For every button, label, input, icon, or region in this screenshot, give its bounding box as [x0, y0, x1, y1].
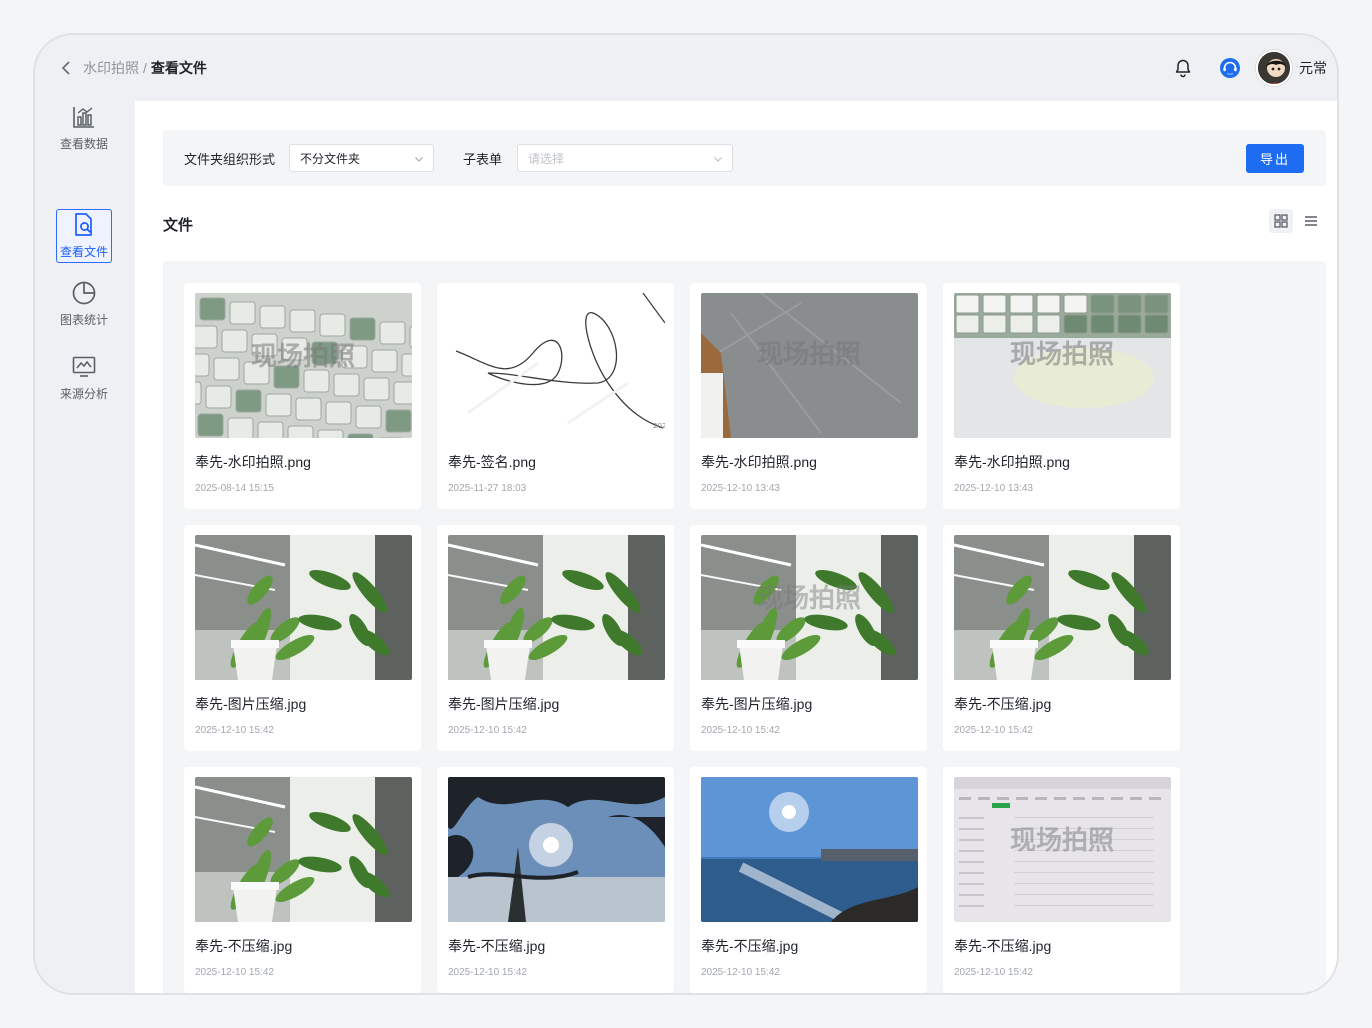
- grid-view-icon[interactable]: [1269, 209, 1293, 233]
- sidebar-item-view-data[interactable]: 查看数据: [56, 101, 112, 155]
- file-date: 2025-12-10 15:42: [195, 967, 274, 978]
- file-thumbnail[interactable]: 现场拍照: [701, 293, 918, 438]
- svg-text:现场拍照: 现场拍照: [1010, 826, 1114, 856]
- file-card[interactable]: 奉先-图片压缩.jpg 2025-12-10 15:42: [184, 525, 421, 751]
- file-card[interactable]: 202 奉先-签名.png 2025-11-27 18:03: [437, 283, 674, 509]
- export-button[interactable]: 导出: [1246, 144, 1304, 173]
- subform-placeholder: 请选择: [528, 151, 565, 166]
- pie-chart-icon: [71, 280, 97, 306]
- file-thumbnail[interactable]: 现场拍照: [954, 777, 1171, 922]
- subform-label: 子表单: [463, 151, 503, 167]
- sidebar-item-label: 查看数据: [59, 137, 108, 151]
- file-date: 2025-12-10 15:42: [954, 967, 1033, 978]
- list-view-icon[interactable]: [1299, 209, 1323, 233]
- monitor-chart-icon: [71, 354, 97, 380]
- sidebar-item-chart-stats[interactable]: 图表统计: [56, 277, 112, 331]
- folder-format-value: 不分文件夹: [300, 151, 361, 166]
- folder-format-label: 文件夹组织形式: [184, 151, 276, 167]
- file-card[interactable]: 现场拍照奉先-水印拍照.png 2025-12-10 13:43: [943, 283, 1180, 509]
- main-content: 文件夹组织形式 不分文件夹 子表单 请选择 导出 文件 现场拍照奉先-水印拍照.…: [135, 101, 1337, 993]
- file-thumbnail[interactable]: [701, 777, 918, 922]
- files-section-title: 文件: [163, 217, 194, 234]
- file-name: 奉先-不压缩.jpg: [954, 938, 1052, 954]
- file-thumbnail[interactable]: [195, 777, 412, 922]
- avatar[interactable]: [1256, 50, 1292, 86]
- file-name: 奉先-图片压缩.jpg: [701, 696, 813, 712]
- file-thumbnail[interactable]: [954, 535, 1171, 680]
- header-actions: 元常: [1173, 50, 1327, 86]
- file-name: 奉先-水印拍照.png: [195, 454, 311, 470]
- file-grid: 现场拍照奉先-水印拍照.png2025-08-14 15:15202奉先-签名.…: [163, 261, 1326, 993]
- filter-bar: 文件夹组织形式 不分文件夹 子表单 请选择 导出: [163, 130, 1326, 186]
- sidebar-item-label: 来源分析: [59, 387, 108, 401]
- file-card[interactable]: 奉先-不压缩.jpg 2025-12-10 15:42: [437, 767, 674, 993]
- file-date: 2025-12-10 13:43: [701, 483, 780, 494]
- file-thumbnail[interactable]: [195, 535, 412, 680]
- svg-text:现场拍照: 现场拍照: [757, 584, 861, 614]
- file-date: 2025-08-14 15:15: [195, 483, 274, 494]
- file-thumbnail[interactable]: [448, 777, 665, 922]
- file-date: 2025-12-10 15:42: [701, 725, 780, 736]
- sidebar-item-label: 查看文件: [59, 245, 108, 259]
- file-name: 奉先-签名.png: [448, 454, 536, 470]
- view-toggle: [1269, 209, 1323, 233]
- customer-service-icon[interactable]: [1218, 56, 1242, 80]
- file-date: 2025-11-27 18:03: [448, 483, 527, 494]
- app-window: 水印拍照 / 查看文件 元常 查看数据 查看文件 图表统计 来源分析 文件夹组织…: [33, 33, 1339, 995]
- sidebar: 查看数据 查看文件 图表统计 来源分析: [35, 101, 135, 993]
- svg-text:现场拍照: 现场拍照: [1010, 340, 1114, 370]
- file-name: 奉先-不压缩.jpg: [701, 938, 799, 954]
- file-card[interactable]: 奉先-不压缩.jpg 2025-12-10 15:42: [943, 525, 1180, 751]
- file-thumbnail[interactable]: 现场拍照: [954, 293, 1171, 438]
- file-name: 奉先-水印拍照.png: [954, 454, 1070, 470]
- file-name: 奉先-图片压缩.jpg: [195, 696, 307, 712]
- file-name: 奉先-图片压缩.jpg: [448, 696, 560, 712]
- bell-icon[interactable]: [1173, 58, 1193, 78]
- user-name[interactable]: 元常: [1299, 58, 1327, 78]
- sidebar-item-source-analysis[interactable]: 来源分析: [56, 351, 112, 405]
- file-card[interactable]: 现场拍照奉先-不压缩.jpg 2025-12-10 15:42: [943, 767, 1180, 993]
- sidebar-item-label: 图表统计: [59, 313, 108, 327]
- breadcrumb-parent[interactable]: 水印拍照: [83, 58, 139, 78]
- file-name: 奉先-水印拍照.png: [701, 454, 817, 470]
- file-date: 2025-12-10 15:42: [195, 725, 274, 736]
- folder-format-select[interactable]: 不分文件夹: [289, 144, 435, 172]
- file-date: 2025-12-10 15:42: [954, 725, 1033, 736]
- breadcrumb-separator: /: [143, 60, 147, 76]
- file-name: 奉先-不压缩.jpg: [195, 938, 293, 954]
- file-card[interactable]: 现场拍照奉先-水印拍照.png 2025-12-10 13:43: [690, 283, 927, 509]
- svg-text:现场拍照: 现场拍照: [757, 340, 861, 370]
- svg-text:现场拍照: 现场拍照: [251, 342, 355, 372]
- file-search-icon: [71, 212, 97, 238]
- subform-select[interactable]: 请选择: [517, 144, 734, 172]
- file-name: 奉先-不压缩.jpg: [448, 938, 546, 954]
- file-date: 2025-12-10 15:42: [701, 967, 780, 978]
- chevron-down-icon: [713, 153, 723, 163]
- svg-text:202: 202: [653, 422, 665, 430]
- back-icon[interactable]: [57, 59, 75, 77]
- chevron-down-icon: [414, 153, 424, 163]
- bar-chart-icon: [71, 104, 97, 130]
- breadcrumb-current: 查看文件: [150, 60, 207, 76]
- file-card[interactable]: 奉先-图片压缩.jpg 2025-12-10 15:42: [437, 525, 674, 751]
- file-thumbnail[interactable]: 现场拍照: [195, 293, 412, 438]
- file-card[interactable]: 现场拍照奉先-图片压缩.jpg 2025-12-10 15:42: [690, 525, 927, 751]
- file-date: 2025-12-10 13:43: [954, 483, 1033, 494]
- file-thumbnail[interactable]: 202: [448, 293, 665, 438]
- file-thumbnail[interactable]: [448, 535, 665, 680]
- file-date: 2025-12-10 15:42: [448, 725, 527, 736]
- file-name: 奉先-不压缩.jpg: [954, 696, 1052, 712]
- file-card[interactable]: 奉先-不压缩.jpg 2025-12-10 15:42: [690, 767, 927, 993]
- file-date: 2025-12-10 15:42: [448, 967, 527, 978]
- file-card[interactable]: 奉先-不压缩.jpg 2025-12-10 15:42: [184, 767, 421, 993]
- top-bar: 水印拍照 / 查看文件 元常: [35, 35, 1337, 101]
- file-card[interactable]: 现场拍照奉先-水印拍照.png 2025-08-14 15:15: [184, 283, 421, 509]
- file-thumbnail[interactable]: 现场拍照: [701, 535, 918, 680]
- sidebar-item-view-files[interactable]: 查看文件: [56, 209, 112, 263]
